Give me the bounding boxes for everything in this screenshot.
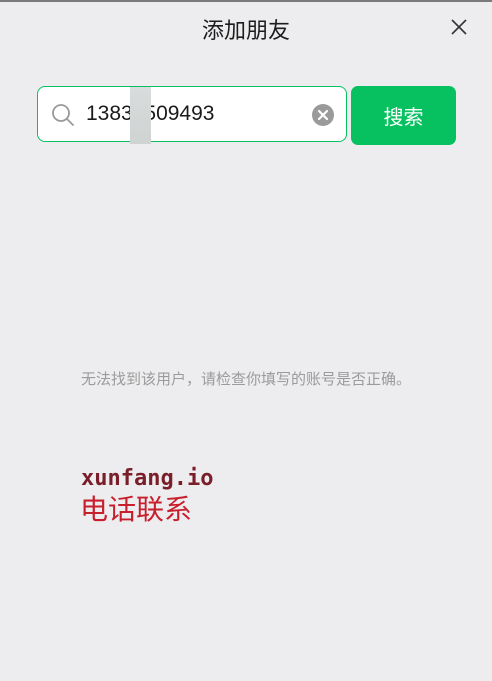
- dialog-title: 添加朋友: [201, 19, 290, 44]
- watermark-contact: 电话联系: [80, 493, 193, 526]
- close-icon: [451, 19, 467, 35]
- search-input[interactable]: [86, 87, 306, 140]
- input-selection-overlay: [130, 87, 151, 144]
- clear-search-button[interactable]: [311, 103, 335, 127]
- window-top-border: [0, 0, 492, 2]
- clear-circle-icon: [312, 104, 334, 126]
- search-button[interactable]: 搜索: [351, 86, 456, 145]
- close-button[interactable]: [446, 14, 472, 40]
- search-icon: [52, 104, 74, 126]
- not-found-message: 无法找到该用户，请检查你填写的账号是否正确。: [80, 370, 411, 388]
- search-box[interactable]: [37, 86, 347, 144]
